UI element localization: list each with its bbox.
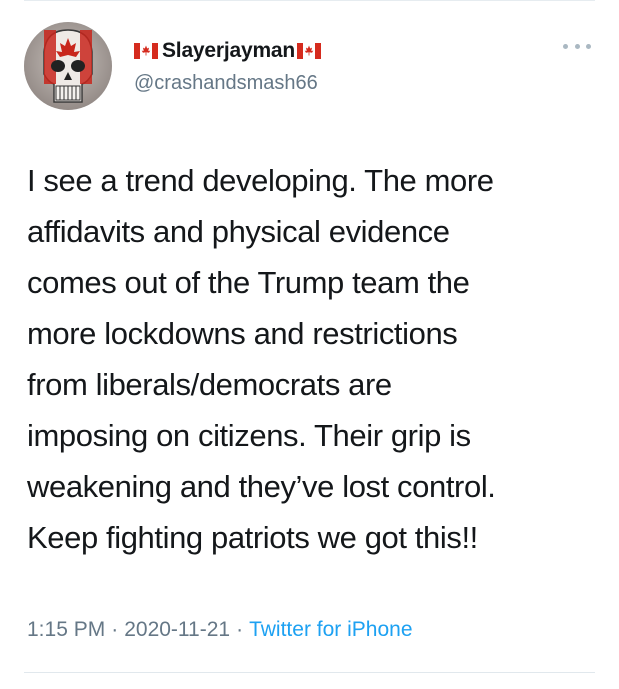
tweet-line: I see a trend developing. The more bbox=[27, 163, 494, 198]
tweet-time[interactable]: 1:15 PM bbox=[27, 618, 105, 641]
tweet-line: affidavits and physical evidence bbox=[27, 214, 450, 249]
tweet-line: comes out of the Trump team the bbox=[27, 265, 470, 300]
user-handle[interactable]: @crashandsmash66 bbox=[134, 72, 318, 95]
meta-separator: · bbox=[236, 618, 244, 641]
more-dot bbox=[563, 43, 568, 49]
avatar[interactable] bbox=[24, 22, 112, 110]
tweet-line: imposing on citizens. Their grip is bbox=[27, 418, 471, 453]
punisher-skull-avatar-icon bbox=[24, 22, 112, 110]
tweet-text: I see a trend developing. The more affid… bbox=[27, 155, 597, 563]
more-dot bbox=[586, 43, 591, 49]
more-dot bbox=[574, 43, 580, 49]
display-name[interactable]: Slayerjayman bbox=[162, 39, 295, 63]
tweet-line: from liberals/democrats are bbox=[27, 367, 392, 402]
meta-separator: · bbox=[111, 618, 119, 641]
tweet-date[interactable]: 2020-11-21 bbox=[124, 618, 230, 641]
bottom-divider bbox=[24, 672, 595, 673]
top-divider bbox=[24, 0, 595, 1]
tweet-source-link[interactable]: Twitter for iPhone bbox=[249, 618, 412, 641]
tweet-card: Slayerjayman @crashandsmash66 I see a tr… bbox=[0, 0, 619, 689]
canada-flag-icon bbox=[297, 43, 322, 59]
tweet-line: Keep fighting patriots we got this!! bbox=[27, 520, 478, 555]
tweet-line: more lockdowns and restrictions bbox=[27, 316, 458, 351]
more-options-icon[interactable] bbox=[563, 42, 591, 50]
canada-flag-icon bbox=[134, 43, 158, 59]
name-row[interactable]: Slayerjayman bbox=[134, 38, 322, 64]
tweet-meta: 1:15 PM · 2020-11-21 · Twitter for iPhone bbox=[27, 618, 413, 642]
tweet-line: weakening and they’ve lost control. bbox=[27, 469, 496, 504]
